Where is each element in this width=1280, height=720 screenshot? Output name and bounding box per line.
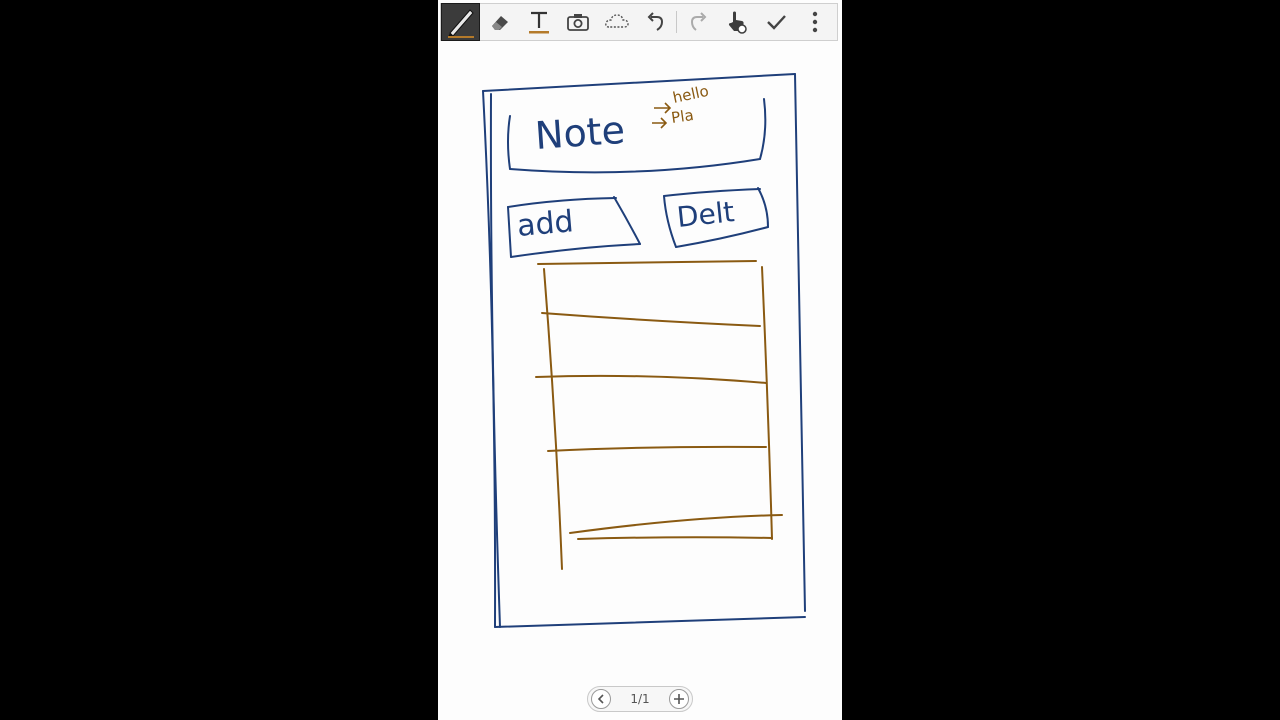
eraser-tool[interactable] xyxy=(480,3,519,41)
redo-button[interactable] xyxy=(678,3,717,41)
drawing-canvas[interactable]: Note hello Pla add Delt xyxy=(438,41,842,681)
checkmark-icon xyxy=(766,15,786,30)
more-button[interactable] xyxy=(795,3,834,41)
add-button-label: add xyxy=(516,204,575,244)
plus-icon xyxy=(674,694,684,704)
more-vertical-icon xyxy=(812,11,817,33)
add-page-button[interactable] xyxy=(669,689,689,709)
annotation-line-1: hello xyxy=(671,82,710,107)
chevron-left-icon xyxy=(597,694,604,704)
page-navigator: 1/1 xyxy=(587,686,693,712)
toolbar-divider xyxy=(676,11,677,33)
redo-icon xyxy=(690,12,706,31)
phone-frame-sketch xyxy=(482,73,806,628)
sketch-title: Note xyxy=(534,108,627,158)
previous-page-button[interactable] xyxy=(591,689,611,709)
page-indicator: 1/1 xyxy=(630,692,650,706)
delete-button-label: Delt xyxy=(675,195,736,234)
eraser-icon xyxy=(491,16,508,30)
list-sketch xyxy=(535,260,783,570)
hand-tool[interactable] xyxy=(717,3,756,41)
note-app-screen: Note hello Pla add Delt 1/1 xyxy=(438,0,842,720)
undo-icon xyxy=(647,12,663,31)
image-tool[interactable] xyxy=(558,3,597,41)
camera-icon xyxy=(566,14,589,31)
lasso-icon xyxy=(604,14,629,28)
text-tool[interactable] xyxy=(519,3,558,41)
pen-tool[interactable] xyxy=(441,3,480,41)
annotation-arrows xyxy=(652,102,672,129)
text-icon xyxy=(528,11,549,34)
undo-button[interactable] xyxy=(636,3,675,41)
hand-pointer-icon xyxy=(728,11,747,34)
drawing-toolbar xyxy=(440,3,838,41)
pen-icon xyxy=(447,9,474,38)
done-button[interactable] xyxy=(756,3,795,41)
selection-tool[interactable] xyxy=(597,3,636,41)
annotation-line-2: Pla xyxy=(670,106,695,127)
